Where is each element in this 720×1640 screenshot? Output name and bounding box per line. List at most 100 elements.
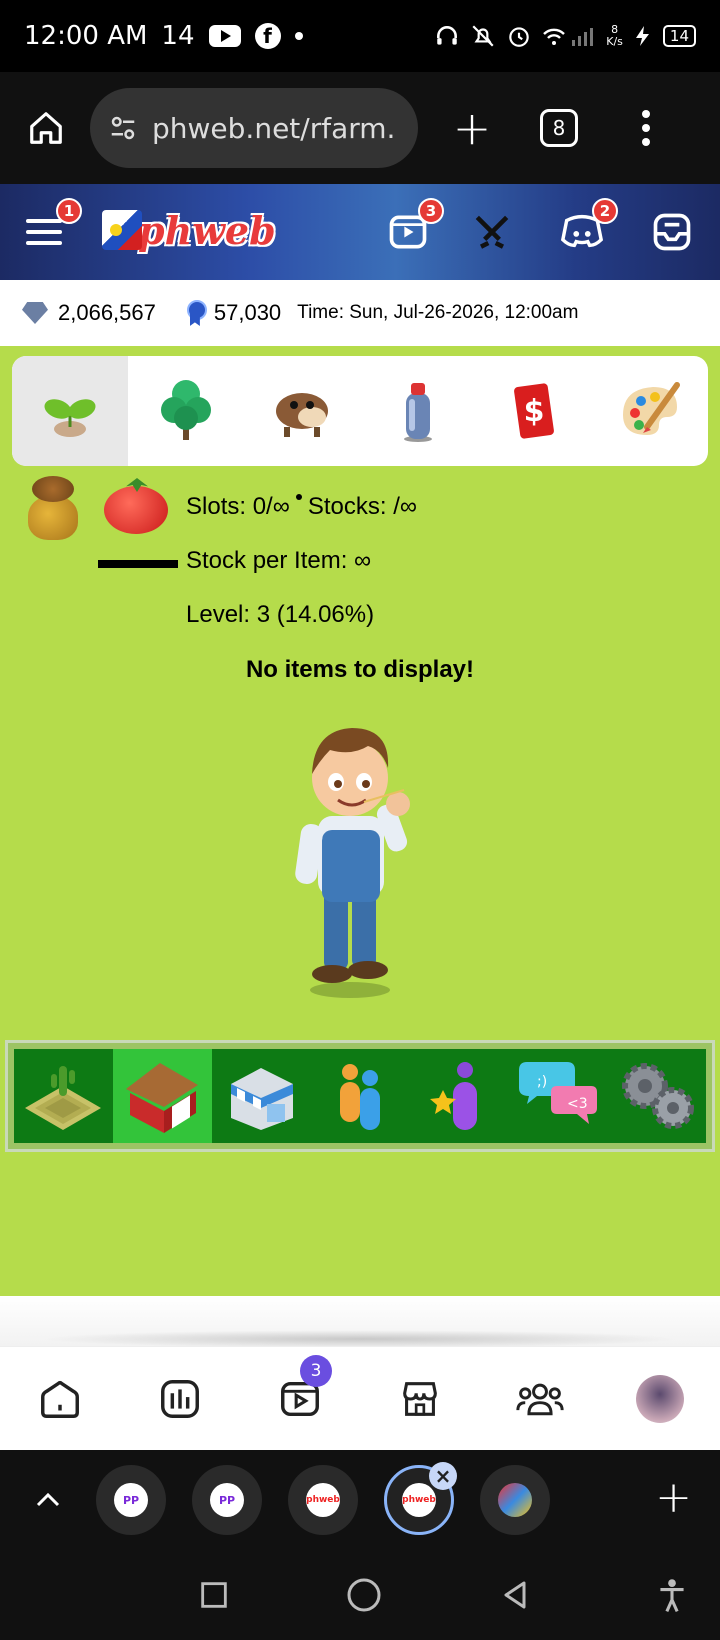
menu-shop[interactable] (212, 1049, 311, 1143)
tab-chip[interactable]: game (480, 1465, 550, 1535)
seed-sack-icon (24, 474, 82, 540)
swords-icon[interactable] (466, 206, 518, 258)
youtube-icon (208, 25, 241, 47)
inbox-icon[interactable] (646, 206, 698, 258)
facebook-icon: f (254, 23, 281, 49)
menu-settings[interactable] (607, 1049, 706, 1143)
empty-message: No items to display! (245, 656, 475, 683)
svg-text:<3: <3 (567, 1096, 588, 1112)
nav-video-icon[interactable]: 3 (276, 1354, 332, 1423)
tab-products[interactable] (360, 356, 476, 466)
charging-icon (635, 26, 649, 46)
tab-favicon: PP (210, 1483, 244, 1517)
tab-chip-selected[interactable]: phweb × (384, 1462, 457, 1535)
tab-sell[interactable]: $ (476, 356, 592, 466)
category-tabs: $ (12, 356, 708, 466)
tab-animals[interactable] (244, 356, 360, 466)
accessibility-icon[interactable] (656, 1578, 688, 1614)
discord-icon[interactable]: 2 (556, 198, 618, 258)
stocks-label: Stocks: /∞ (307, 493, 417, 520)
status-bar: 12:00 AM 14 f 8 K/s 14 (0, 0, 720, 72)
hamburger-menu-icon[interactable]: 1 (20, 198, 82, 258)
video-icon[interactable]: 3 (382, 198, 444, 258)
bell-off-icon (472, 25, 494, 47)
farm-field-icon (25, 1066, 102, 1130)
tree-icon (161, 380, 211, 440)
browser-menu-icon[interactable] (642, 110, 650, 146)
menu-neighbors[interactable] (311, 1049, 410, 1143)
headset-icon (437, 26, 458, 45)
barn-icon (126, 1063, 199, 1133)
back-icon[interactable] (497, 1577, 533, 1613)
farmer-character-image (295, 728, 410, 998)
chat-icon: ;) <3 (518, 1062, 597, 1124)
site-bottom-nav: 3 (0, 1346, 720, 1450)
add-tab-button[interactable]: + (655, 1472, 692, 1523)
battery-level: 14 (662, 25, 696, 47)
inventory-info: Slots: 0/∞ Stocks: /∞ Stock per Item: ∞ L… (186, 480, 417, 642)
game-page: 1 phweb 3 2 2,066,567 57,030 Time: Sun, … (0, 184, 720, 1296)
cow-icon (276, 393, 328, 437)
game-bottom-menu: ;) <3 (5, 1040, 715, 1152)
tab-switcher-button[interactable]: 8 (540, 109, 578, 147)
home-icon[interactable] (24, 106, 68, 150)
site-header: 1 phweb 3 2 (0, 184, 720, 280)
video-badge: 3 (418, 198, 444, 224)
menu-achievements[interactable] (409, 1049, 508, 1143)
slots-label: Slots: 0/∞ (186, 493, 290, 520)
recent-apps-icon[interactable] (197, 1578, 231, 1612)
nav-profile-avatar[interactable] (636, 1374, 684, 1423)
star-person-icon (429, 1062, 477, 1130)
tab-decorations[interactable] (592, 356, 708, 466)
site-settings-icon[interactable] (108, 113, 138, 143)
chevron-up-icon[interactable] (0, 1491, 96, 1509)
discord-badge: 2 (592, 198, 618, 224)
more-notifications-dot (294, 32, 303, 40)
gems-count: 2,066,567 (58, 300, 156, 325)
tab-chip[interactable]: PP (96, 1465, 166, 1535)
tab-favicon: PP (114, 1483, 148, 1517)
new-tab-button[interactable]: + (452, 101, 492, 155)
people-icon (340, 1064, 380, 1130)
stock-per-item-label: Stock per Item: ∞ (186, 547, 372, 574)
tab-chip[interactable]: phweb (288, 1465, 358, 1535)
nav-stats-icon[interactable] (156, 1375, 204, 1423)
home-circle-icon[interactable] (344, 1575, 384, 1615)
close-tab-icon[interactable]: × (429, 1462, 457, 1490)
dollar-icon: $ (514, 383, 554, 439)
nav-home-icon[interactable] (36, 1375, 84, 1423)
palette-icon (623, 382, 680, 435)
tab-favicon: game (498, 1483, 532, 1517)
tab-favicon: phweb (306, 1483, 340, 1517)
logo-text: phweb (138, 207, 276, 253)
tomato-icon[interactable] (104, 476, 168, 534)
tab-trees[interactable] (128, 356, 244, 466)
points-count: 57,030 (213, 300, 282, 325)
menu-farm[interactable] (14, 1049, 113, 1143)
menu-chat[interactable]: ;) <3 (508, 1049, 607, 1143)
wifi-signal-icon (543, 28, 594, 46)
video-badge: 3 (300, 1354, 332, 1387)
server-time: Time: Sun, Jul-26-2026, 12:00am (297, 302, 579, 323)
clock: 12:00 AM (24, 21, 148, 51)
phweb-logo[interactable]: phweb (102, 206, 276, 254)
level-label: Level: 3 (14.06%) (186, 601, 375, 628)
diamond-icon (22, 302, 48, 324)
svg-text:;): ;) (537, 1074, 547, 1090)
menu-barn[interactable] (112, 1049, 212, 1143)
gears-icon (621, 1063, 694, 1129)
user-stats-bar: 2,066,567 57,030 Time: Sun, Jul-26-2026,… (0, 280, 720, 346)
bottle-icon (404, 383, 432, 442)
url-text[interactable]: phweb.net/rfarm. (152, 112, 395, 145)
address-bar[interactable]: phweb.net/rfarm. (90, 88, 418, 168)
browser-tab-strip: PP PP phweb phweb × game + (0, 1450, 720, 1550)
nav-store-icon[interactable] (396, 1375, 444, 1423)
philippine-flag-icon (102, 210, 142, 250)
svg-text:$: $ (524, 394, 545, 429)
nav-groups-icon[interactable] (516, 1375, 564, 1423)
date-number: 14 (161, 21, 195, 51)
tab-chip[interactable]: PP (192, 1465, 262, 1535)
tab-favicon: phweb (402, 1483, 436, 1517)
system-navigation-bar (0, 1550, 720, 1640)
tab-seeds[interactable] (12, 356, 128, 466)
